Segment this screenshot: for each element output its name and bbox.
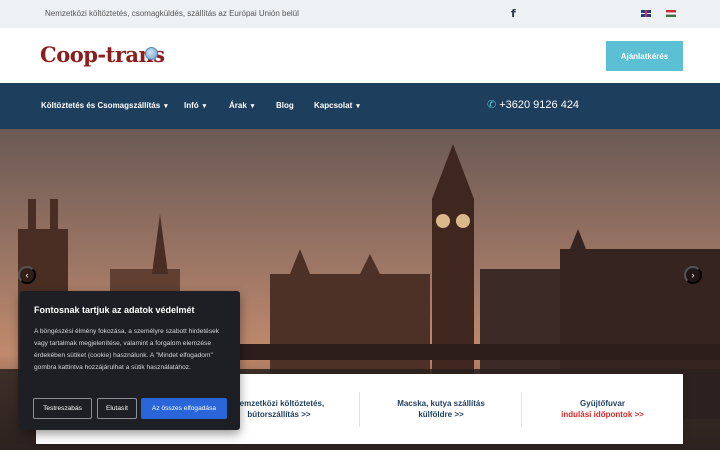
- chevron-down-icon: ▾: [356, 103, 360, 110]
- card-title: Macska, kutya szállítás: [397, 399, 485, 408]
- card-title: Gyüjtőfuvar: [580, 399, 625, 408]
- nav-item-label: Kapcsolat: [314, 101, 353, 110]
- quote-request-button[interactable]: Ajánlatkérés: [606, 41, 683, 71]
- nav-item-moving[interactable]: Költöztetés és Csomagszállítás ▾: [41, 101, 168, 110]
- accept-all-button[interactable]: Az összes elfogadása: [141, 398, 227, 419]
- card-link: külföldre >>: [418, 410, 464, 419]
- card-link: bútorszállítás >>: [247, 410, 311, 419]
- phone-link[interactable]: ✆ +3620 9126 424: [487, 98, 579, 111]
- card-pet-transport[interactable]: Macska, kutya szállítás külföldre >>: [360, 374, 522, 444]
- nav-item-blog[interactable]: Blog: [276, 101, 294, 110]
- card-title: Nemzetközi költöztetés,: [233, 399, 325, 408]
- chevron-down-icon: ▾: [250, 103, 255, 110]
- cookie-text: A böngészési élmény fokozása, a személyr…: [34, 328, 220, 371]
- phone-number: +3620 9126 424: [499, 99, 580, 111]
- globe-icon: [145, 47, 158, 60]
- nav-item-label: Infó: [184, 101, 199, 110]
- main-nav: Költöztetés és Csomagszállítás ▾ Infó ▾ Ár…: [0, 83, 720, 129]
- facebook-icon[interactable]: f: [511, 7, 516, 20]
- customize-button[interactable]: Testreszabás: [33, 398, 92, 419]
- cookie-title: Fontosnak tartjuk az adatok védelmét: [34, 305, 195, 315]
- chevron-down-icon: ▾: [164, 103, 168, 110]
- reject-button[interactable]: Elutasít: [97, 398, 137, 419]
- phone-icon: ✆: [487, 99, 497, 111]
- top-bar-text: Nemzetközi költöztetés, csomagküldés, sz…: [45, 9, 299, 18]
- site-header: Coop-trans Ajánlatkérés: [0, 28, 720, 83]
- chevron-down-icon: ▾: [202, 103, 207, 110]
- slider-prev-button[interactable]: ‹: [18, 266, 36, 284]
- slider-next-button[interactable]: ›: [684, 266, 702, 284]
- nav-item-label: Költöztetés és Csomagszállítás: [41, 101, 161, 110]
- cookie-consent-dialog: Fontosnak tartjuk az adatok védelmét A b…: [20, 291, 240, 430]
- nav-item-info[interactable]: Infó ▾: [184, 101, 206, 110]
- top-bar: Nemzetközi költöztetés, csomagküldés, sz…: [0, 0, 720, 28]
- nav-item-label: Árak: [229, 101, 247, 110]
- english-flag-icon[interactable]: [641, 10, 651, 17]
- card-link: indulási időpontok >>: [561, 410, 644, 419]
- card-groupage[interactable]: Gyüjtőfuvar indulási időpontok >>: [522, 374, 683, 444]
- nav-item-prices[interactable]: Árak ▾: [229, 101, 254, 110]
- nav-item-contact[interactable]: Kapcsolat ▾: [314, 101, 360, 110]
- hungarian-flag-icon[interactable]: [666, 10, 676, 17]
- nav-item-label: Blog: [276, 101, 294, 110]
